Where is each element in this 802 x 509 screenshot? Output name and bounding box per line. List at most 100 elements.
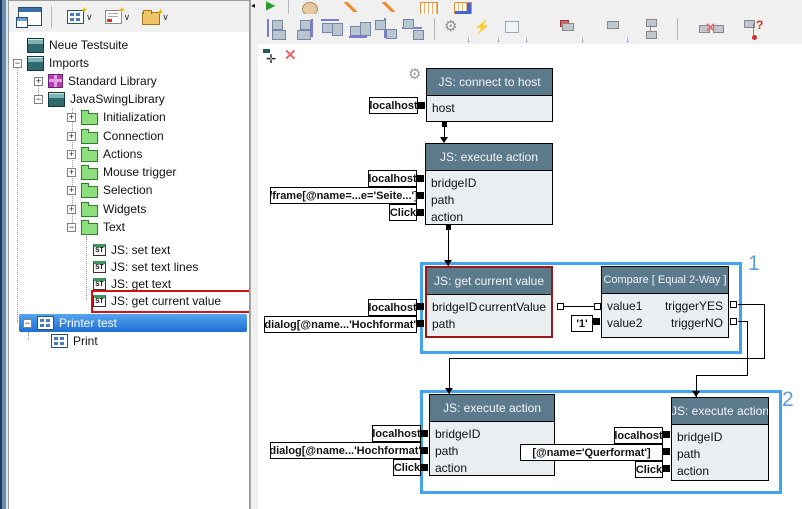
- pin-value-box[interactable]: localhost: [368, 170, 417, 187]
- input-pin[interactable]: [421, 430, 428, 437]
- align-left-button[interactable]: [264, 16, 290, 42]
- tree-item-js-set-text-lines[interactable]: ST JS: set text lines: [93, 258, 198, 276]
- expand-expander-icon[interactable]: +: [67, 186, 76, 195]
- block-header[interactable]: JS: get current value: [427, 268, 551, 295]
- input-pin[interactable]: [417, 320, 424, 327]
- tree-item-print[interactable]: Print: [51, 332, 98, 350]
- output-port[interactable]: [730, 318, 737, 325]
- tree-item-mouse-trigger[interactable]: + Mouse trigger: [67, 163, 176, 181]
- input-pin-label: action: [431, 210, 463, 224]
- input-pin[interactable]: [417, 175, 424, 182]
- tree-item-standard-library[interactable]: + Standard Library: [34, 72, 157, 90]
- new-folder-button[interactable]: ✦ ∨: [139, 7, 172, 27]
- insert-trigger-button[interactable]: ⚡ ↓: [474, 16, 500, 42]
- output-port[interactable]: [557, 303, 564, 310]
- insert-step-button[interactable]: ⚙ ↓: [444, 16, 470, 42]
- tree-item-javaswinglibrary[interactable]: − JavaSwingLibrary: [34, 90, 165, 108]
- collapse-expander-icon[interactable]: −: [34, 95, 43, 104]
- diagram-canvas[interactable]: ✛ ✕ ⚙ 1 2 JS: connect to host host local…: [258, 44, 802, 509]
- pin-value-box[interactable]: [@name='Querformat']: [520, 444, 663, 461]
- input-port[interactable]: [594, 303, 601, 310]
- delete-icon[interactable]: ✕: [284, 46, 297, 64]
- pen-star-icon[interactable]: [382, 2, 395, 12]
- move-widget-icon[interactable]: ✛: [266, 52, 276, 66]
- pin-value-box[interactable]: localhost: [368, 299, 417, 316]
- pin-value-box[interactable]: /dialog[@name...'Hochformat']: [270, 442, 421, 459]
- input-pin[interactable]: [417, 303, 424, 310]
- input-pin[interactable]: [421, 447, 428, 454]
- insert-input-pin-button[interactable]: ↓: [558, 16, 584, 42]
- connector-button[interactable]: [640, 16, 666, 42]
- block-header[interactable]: JS: connect to host: [427, 69, 552, 96]
- block-header[interactable]: Compare [ Equal 2-Way ]: [602, 267, 728, 294]
- tree-item-connection[interactable]: + Connection: [67, 127, 164, 145]
- pin-value-box[interactable]: Click: [393, 459, 421, 476]
- block-js-execute-action-3[interactable]: JS: execute action bridgeID path action: [671, 397, 769, 481]
- pin-value-box[interactable]: localhost: [369, 97, 418, 114]
- tree-item-label: Text: [103, 220, 125, 234]
- expand-expander-icon[interactable]: +: [67, 168, 76, 177]
- align-right-button[interactable]: [291, 16, 317, 42]
- star-icon: ✦: [118, 5, 126, 16]
- pen-minus-icon[interactable]: [344, 2, 357, 12]
- pin-value-box[interactable]: /frame[@name=...e='Seite...']: [270, 187, 417, 204]
- input-pin[interactable]: [663, 448, 670, 455]
- pin-value-box[interactable]: Click: [635, 461, 663, 478]
- input-pin[interactable]: [418, 102, 425, 109]
- output-port[interactable]: [730, 301, 737, 308]
- block-compare-equal-2way[interactable]: Compare [ Equal 2-Way ] value1 triggerYE…: [601, 266, 729, 338]
- tree-item-text[interactable]: − Text: [67, 218, 125, 236]
- align-top-button[interactable]: [318, 16, 344, 42]
- tree-item-neue-testsuite[interactable]: Neue Testsuite: [27, 36, 128, 54]
- expand-expander-icon[interactable]: +: [34, 77, 43, 86]
- pin-value-box[interactable]: '1': [571, 315, 593, 332]
- block-header[interactable]: JS: execute action: [426, 144, 552, 171]
- gear-icon: ⚙: [444, 18, 457, 35]
- expand-expander-icon[interactable]: +: [67, 132, 76, 141]
- block-js-get-current-value[interactable]: JS: get current value bridgeID currentVa…: [425, 266, 553, 338]
- run-button[interactable]: ▶: [266, 0, 275, 12]
- block-header[interactable]: JS: execute action: [672, 398, 768, 425]
- block-js-connect-to-host[interactable]: JS: connect to host host: [426, 68, 553, 122]
- tree-item-js-set-text[interactable]: ST JS: set text: [93, 241, 170, 259]
- new-testcase-button[interactable]: ✦ ∨: [64, 8, 96, 26]
- delete-connection-button[interactable]: ✕: [698, 16, 724, 42]
- input-pin[interactable]: [421, 464, 428, 471]
- tree-item-printer-test[interactable]: − Printer test: [23, 314, 117, 332]
- arrow-down-icon: ↓: [581, 34, 586, 44]
- expand-expander-icon[interactable]: +: [67, 205, 76, 214]
- block-header[interactable]: JS: execute action: [430, 395, 554, 422]
- tree-item-widgets[interactable]: + Widgets: [67, 200, 146, 218]
- tree-item-selection[interactable]: + Selection: [67, 181, 152, 199]
- input-pin[interactable]: [417, 192, 424, 199]
- expand-expander-icon[interactable]: +: [67, 150, 76, 159]
- collapse-arrow-icon[interactable]: ◂: [251, 2, 255, 10]
- align-vcenter-button[interactable]: [400, 16, 426, 42]
- input-pin[interactable]: [663, 431, 670, 438]
- block-js-execute-action-1[interactable]: JS: execute action bridgeID path action: [425, 143, 553, 225]
- pin-value-box[interactable]: localhost: [372, 425, 421, 442]
- collapse-expander-icon[interactable]: −: [67, 223, 76, 232]
- align-bottom-button[interactable]: [346, 16, 372, 42]
- expand-expander-icon[interactable]: +: [67, 113, 76, 122]
- collapse-expander-icon[interactable]: −: [13, 59, 22, 68]
- wire: [563, 306, 596, 307]
- collapse-expander-icon[interactable]: −: [23, 319, 32, 328]
- input-pin[interactable]: [417, 209, 424, 216]
- block-js-execute-action-2[interactable]: JS: execute action bridgeID path action: [429, 394, 555, 476]
- insert-output-pin-button[interactable]: ↓: [603, 16, 629, 42]
- tree-item-actions[interactable]: + Actions: [67, 145, 142, 163]
- tree-item-imports[interactable]: − Imports: [13, 54, 89, 72]
- insert-comment-button[interactable]: ↓: [502, 16, 528, 42]
- align-hcenter-button[interactable]: [373, 16, 399, 42]
- pin-value-box[interactable]: Click: [389, 204, 417, 221]
- align-left-icon: [267, 19, 269, 37]
- tree-item-initialization[interactable]: + Initialization: [67, 108, 166, 126]
- input-pin[interactable]: [663, 465, 670, 472]
- app-window-button[interactable]: [15, 5, 45, 28]
- check-connection-button[interactable]: ?: [743, 16, 769, 42]
- new-list-button[interactable]: ✦ ∨: [102, 8, 134, 26]
- input-pin[interactable]: [593, 318, 600, 325]
- pin-value-box[interactable]: /dialog[@name...'Hochformat']: [264, 316, 417, 333]
- pin-value-box[interactable]: localhost: [614, 427, 663, 444]
